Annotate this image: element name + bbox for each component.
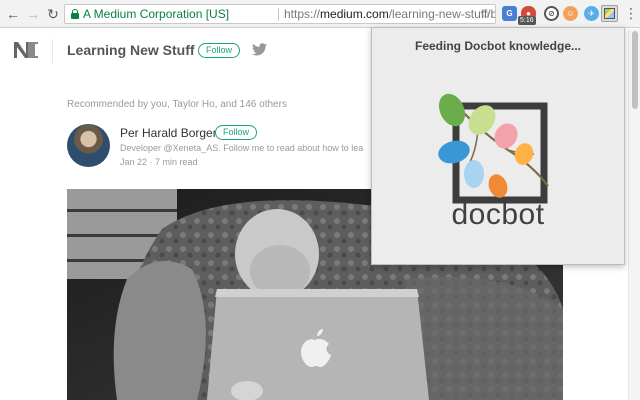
url-host: medium.com — [320, 7, 389, 21]
author-name[interactable]: Per Harald Borgen — [120, 126, 219, 140]
address-bar-divider — [278, 8, 279, 21]
author-bio: Developer @Xeneta_AS. Follow me to read … — [120, 143, 364, 153]
bookmark-star-icon[interactable]: ☆ — [479, 6, 491, 22]
docbot-extension-icon[interactable] — [601, 5, 618, 22]
docbot-logo-icon — [438, 93, 549, 204]
translate-extension-icon[interactable]: G — [502, 6, 517, 21]
follow-author-button[interactable]: Follow — [215, 125, 258, 140]
popup-status-message: Feeding Docbot knowledge... — [414, 39, 581, 53]
browser-menu-icon[interactable]: ⋮ — [624, 6, 638, 20]
back-arrow-icon[interactable]: ← — [4, 5, 22, 23]
face-extension-icon[interactable]: ☺ — [563, 6, 578, 21]
url-text: https://medium.com/learning-new-stuff/bu… — [284, 7, 495, 21]
url-scheme: https:// — [284, 7, 321, 21]
docbot-popup: Feeding Docbot knowledge... docbot — [371, 27, 625, 265]
bird-extension-icon[interactable]: ✈ — [584, 6, 599, 21]
post-meta: Jan 22 · 7 min read — [120, 157, 198, 167]
scrollbar-thumb[interactable] — [632, 31, 638, 109]
post-date: Jan 22 — [120, 157, 148, 167]
ev-certificate-label: A Medium Corporation [US] — [83, 7, 230, 21]
extension-badge: 5:16 — [518, 16, 536, 25]
docbot-wordmark: docbot — [451, 198, 545, 231]
lock-icon — [71, 9, 79, 19]
reload-icon[interactable]: ↻ — [44, 5, 62, 23]
address-bar[interactable]: A Medium Corporation [US] https://medium… — [64, 4, 496, 24]
medium-logo-icon[interactable] — [14, 40, 38, 60]
recommended-by-text[interactable]: Recommended by you, Taylor Ho, and 146 o… — [67, 99, 287, 110]
page-scrollbar[interactable] — [628, 29, 640, 400]
blocker-extension-icon[interactable]: ⊘ — [544, 6, 559, 21]
follow-publication-button[interactable]: Follow — [198, 43, 241, 58]
publication-title[interactable]: Learning New Stuff — [67, 42, 195, 58]
browser-toolbar: ← → ↻ A Medium Corporation [US] https://… — [0, 0, 640, 28]
twitter-icon[interactable] — [252, 43, 267, 56]
author-avatar[interactable] — [67, 124, 110, 167]
forward-arrow-icon[interactable]: → — [24, 5, 42, 23]
header-divider — [52, 39, 53, 63]
read-time: 7 min read — [155, 157, 198, 167]
